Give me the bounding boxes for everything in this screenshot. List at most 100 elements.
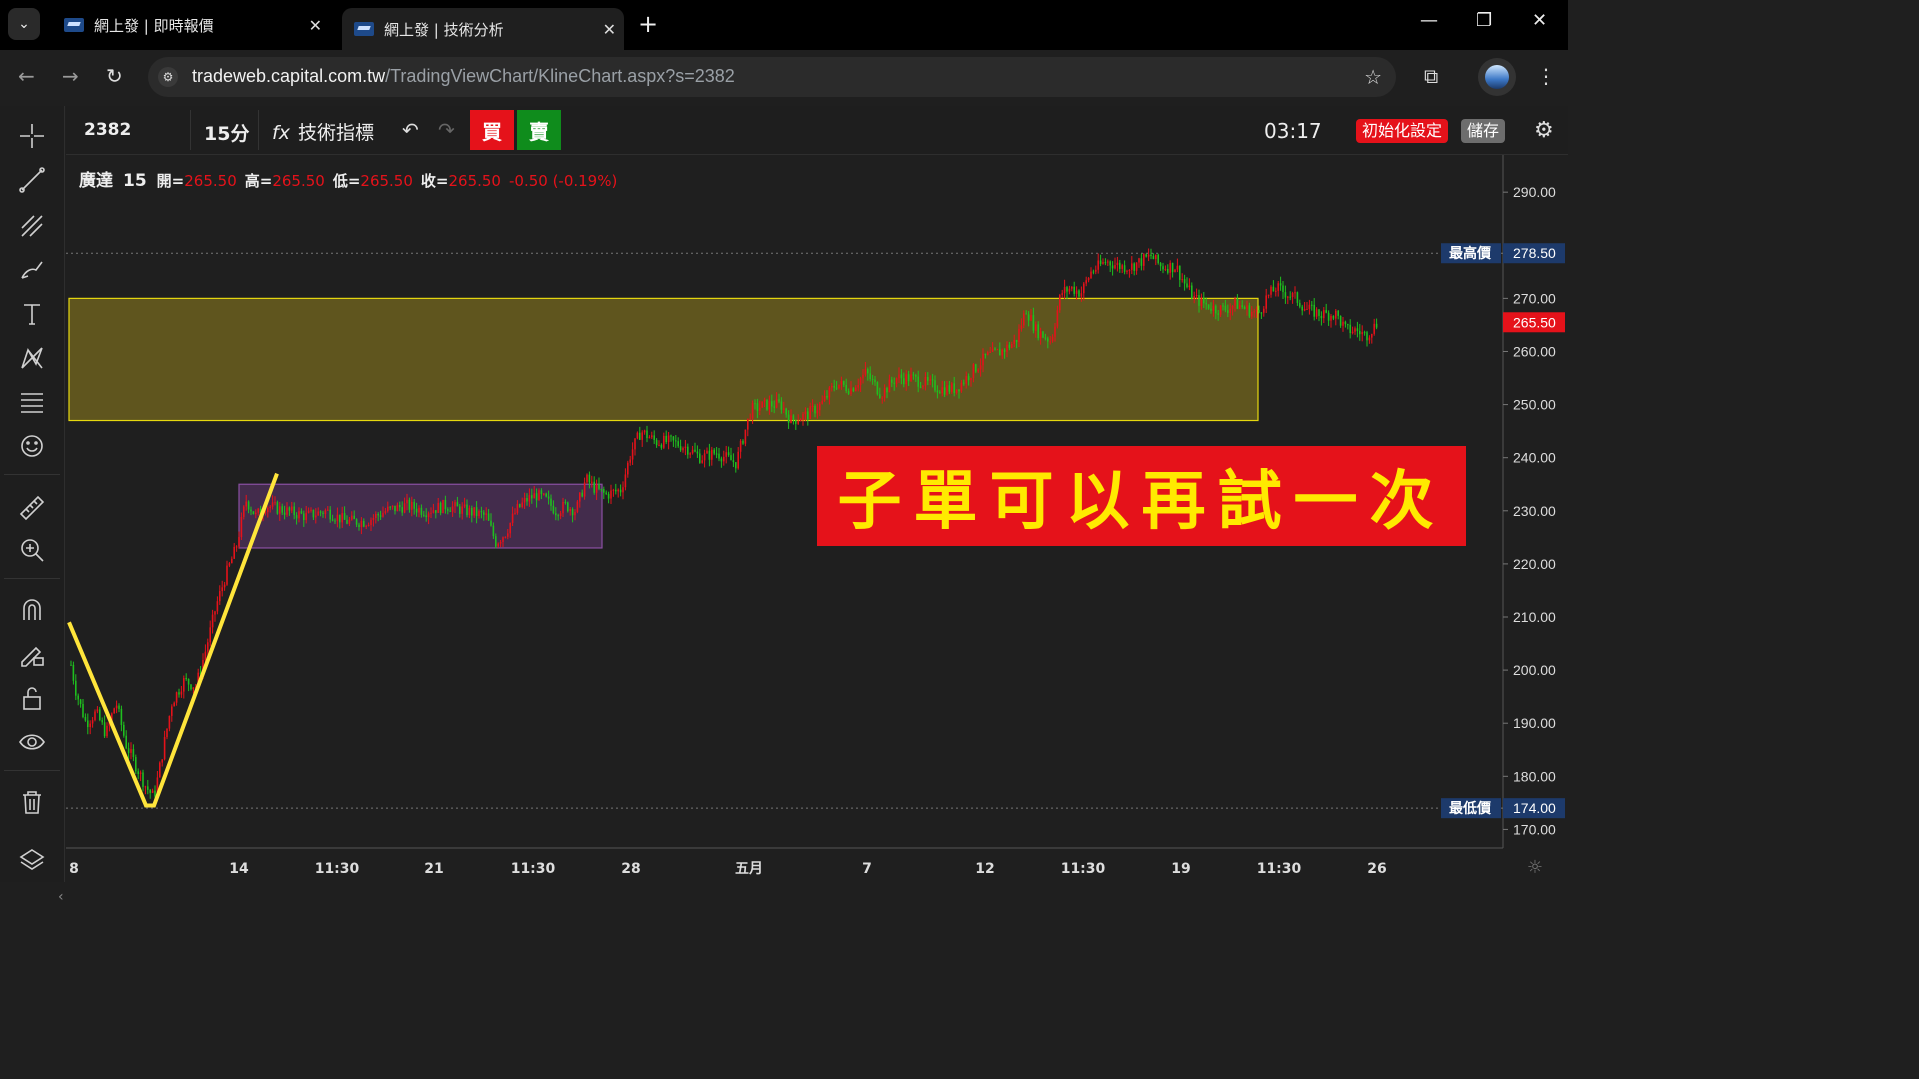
address-bar[interactable]: ⚙ tradeweb.capital.com.tw/TradingViewCha… <box>148 57 1396 97</box>
candle-body <box>655 439 658 446</box>
profile-avatar[interactable] <box>1478 58 1516 96</box>
unlock-icon[interactable] <box>16 682 48 714</box>
close-icon[interactable]: ✕ <box>309 16 322 35</box>
candle-body <box>1222 305 1224 307</box>
candle-body <box>723 456 725 462</box>
candle-body <box>1375 323 1378 328</box>
candle-body <box>963 382 965 384</box>
candle-body <box>190 684 192 690</box>
candle-body <box>456 502 459 507</box>
undo-icon[interactable]: ↶ <box>402 118 419 142</box>
candle-body <box>1131 263 1133 270</box>
candle-body <box>612 489 615 491</box>
candle-body <box>951 383 953 392</box>
open-label: 開= <box>156 172 185 190</box>
redo-icon[interactable]: ↷ <box>438 118 455 142</box>
candle-body <box>766 399 768 410</box>
candle-body <box>1234 298 1236 306</box>
candle-body <box>799 419 802 422</box>
sell-button[interactable]: 賣 <box>517 110 561 150</box>
brush-icon[interactable] <box>16 254 48 286</box>
candle-body <box>1133 263 1135 271</box>
candle-body <box>274 502 276 504</box>
candle-body <box>1275 290 1277 292</box>
lock-draw-icon[interactable] <box>16 638 48 670</box>
new-tab-icon[interactable]: + <box>638 10 658 38</box>
candle-body <box>1147 254 1150 257</box>
candle-body <box>603 489 605 493</box>
resistance-zone-rect <box>68 297 1259 422</box>
candle-body <box>384 511 387 513</box>
eye-icon[interactable] <box>16 726 48 758</box>
chart-pane[interactable]: 170.00 180.00 190.00 200.00 210.00 220.00 230.… <box>66 155 1568 882</box>
candle-body <box>264 512 267 514</box>
window-close-icon[interactable]: ✕ <box>1532 10 1547 31</box>
candle-body <box>526 497 528 502</box>
change-value: -0.50 (-0.19%) <box>508 172 618 190</box>
collapse-toolbar-icon[interactable]: ‹ <box>58 889 64 905</box>
gear-icon[interactable]: ⚙ <box>1534 118 1554 143</box>
x-tick-label: 26 <box>1367 861 1386 877</box>
layers-icon[interactable] <box>16 844 48 876</box>
zoom-in-icon[interactable] <box>16 534 48 566</box>
symbol-search[interactable]: 2382 <box>84 120 131 140</box>
emoji-icon[interactable] <box>16 430 48 462</box>
back-icon[interactable]: ← <box>18 64 35 88</box>
extensions-icon[interactable]: ⧉ <box>1424 64 1438 88</box>
candle-body <box>545 493 547 497</box>
candle-body <box>586 474 588 483</box>
restore-icon[interactable]: ❐ <box>1476 10 1492 31</box>
candle-body <box>1361 332 1363 335</box>
forward-icon[interactable]: → <box>62 64 79 88</box>
menu-icon[interactable]: ⋮ <box>1536 64 1556 88</box>
candle-body <box>346 519 348 524</box>
candle-body <box>192 687 195 690</box>
y-tick-label: 260.00 <box>1513 343 1556 359</box>
reset-settings-button[interactable]: 初始化設定 <box>1356 119 1449 143</box>
pattern-icon[interactable] <box>16 342 48 374</box>
trash-icon[interactable] <box>16 786 48 818</box>
trend-line-icon[interactable] <box>16 164 48 196</box>
candle-body <box>1251 311 1253 317</box>
candle-body <box>480 510 483 513</box>
interval-selector[interactable]: 15分 <box>204 119 249 146</box>
candle-body <box>279 506 281 514</box>
crosshair-icon[interactable] <box>16 120 48 152</box>
candle-body <box>427 513 430 518</box>
candle-body <box>399 504 401 508</box>
candle-body <box>471 507 473 516</box>
tab-search-icon[interactable]: ⌄ <box>8 8 40 40</box>
candle-body <box>1155 254 1157 260</box>
candle-body <box>502 537 504 543</box>
candle-body <box>631 449 634 460</box>
candle-body <box>533 493 535 499</box>
bookmark-star-icon[interactable]: ☆ <box>1364 65 1382 89</box>
candle-body <box>946 385 948 395</box>
fib-tool-icon[interactable] <box>16 210 48 242</box>
candle-body <box>1267 294 1270 296</box>
buy-button[interactable]: 買 <box>470 110 514 150</box>
reload-icon[interactable]: ↻ <box>106 64 123 88</box>
site-info-icon[interactable]: ⚙ <box>158 67 178 87</box>
candle-body <box>744 429 747 444</box>
browser-tab-quotes[interactable]: 網上發 | 即時報價 ✕ <box>52 8 330 42</box>
close-icon[interactable]: ✕ <box>603 20 616 39</box>
url-text[interactable]: tradeweb.capital.com.tw/TradingViewChart… <box>192 66 735 87</box>
text-icon[interactable] <box>16 298 48 330</box>
prediction-icon[interactable] <box>16 386 48 418</box>
candle-body <box>255 512 257 515</box>
magnet-icon[interactable] <box>16 594 48 626</box>
candle-body <box>1351 331 1354 334</box>
candle-body <box>454 502 456 507</box>
save-button[interactable]: 儲存 <box>1461 119 1506 143</box>
candle-body <box>389 506 391 508</box>
candle-body <box>310 509 312 511</box>
candle-body <box>682 447 684 451</box>
candle-body <box>984 353 987 355</box>
indicators-button[interactable]: fx 技術指標 <box>272 118 374 145</box>
browser-tab-chart[interactable]: 網上發 | 技術分析 ✕ <box>342 8 624 50</box>
candle-body <box>646 430 648 439</box>
candle-body <box>118 705 120 709</box>
minimize-icon[interactable]: — <box>1420 10 1438 31</box>
ruler-icon[interactable] <box>16 492 48 524</box>
